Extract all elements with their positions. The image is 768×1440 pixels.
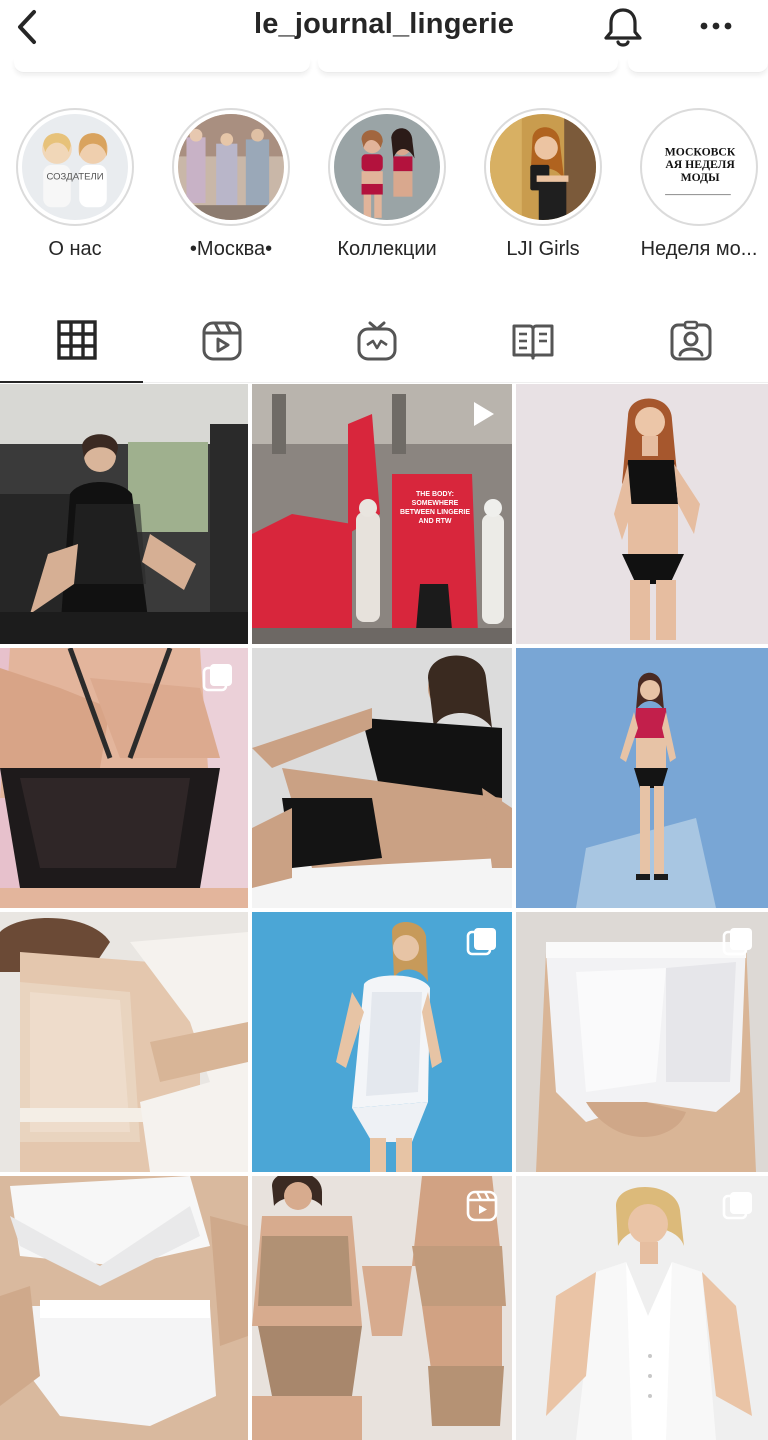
tab-tagged[interactable] bbox=[614, 300, 767, 382]
highlight-cover-text: МОСКОВСКАЯ НЕДЕЛЯ МОДЫ bbox=[664, 145, 736, 184]
highlight-ring: СОЗДАТЕЛИ bbox=[16, 108, 134, 226]
highlight-ring bbox=[172, 108, 290, 226]
video-play-icon bbox=[474, 402, 494, 426]
igtv-icon bbox=[357, 321, 396, 361]
post-thumbnail[interactable] bbox=[516, 1176, 768, 1440]
highlight-label: •Москва• bbox=[189, 238, 273, 260]
profile-buttons-row bbox=[0, 58, 768, 74]
tab-posts-grid[interactable] bbox=[0, 300, 153, 383]
carousel-icon bbox=[722, 928, 752, 956]
tagged-person-icon bbox=[670, 320, 711, 361]
tab-reels[interactable] bbox=[145, 300, 298, 382]
highlight-cover bbox=[490, 114, 596, 220]
post-thumbnail[interactable] bbox=[0, 1176, 248, 1440]
profile-username: le_journal_lingerie bbox=[253, 8, 515, 40]
story-highlights: СОЗДАТЕЛИ О нас •Москва• Коллекции LJI G… bbox=[0, 100, 768, 280]
carousel-icon bbox=[466, 928, 496, 956]
more-horizontal-icon bbox=[700, 22, 732, 30]
highlight-fashion-week[interactable]: МОСКОВСКАЯ НЕДЕЛЯ МОДЫ Неделя мо... bbox=[624, 100, 768, 261]
post-thumbnail[interactable] bbox=[252, 912, 512, 1172]
highlight-label: Коллекции bbox=[337, 238, 437, 260]
profile-button-edge[interactable] bbox=[628, 58, 768, 73]
reels-icon bbox=[466, 1190, 498, 1222]
post-thumbnail[interactable] bbox=[252, 648, 512, 908]
reels-icon bbox=[202, 321, 241, 361]
highlight-label: О нас bbox=[48, 238, 102, 260]
highlight-lji-girls[interactable]: LJI Girls bbox=[468, 100, 618, 261]
bell-icon bbox=[604, 8, 642, 47]
highlight-cover: МОСКОВСКАЯ НЕДЕЛЯ МОДЫ bbox=[646, 114, 752, 220]
profile-button-edge[interactable] bbox=[318, 58, 618, 73]
carousel-icon bbox=[722, 1192, 752, 1220]
post-thumbnail[interactable] bbox=[0, 912, 248, 1172]
grid-icon bbox=[56, 320, 97, 360]
post-thumbnail[interactable] bbox=[0, 648, 248, 908]
highlight-ring: МОСКОВСКАЯ НЕДЕЛЯ МОДЫ bbox=[640, 108, 758, 226]
more-options-button[interactable] bbox=[694, 8, 738, 44]
post-thumbnail[interactable] bbox=[252, 1176, 512, 1440]
highlight-cover bbox=[178, 114, 284, 220]
tab-igtv[interactable] bbox=[300, 300, 453, 382]
highlight-about[interactable]: СОЗДАТЕЛИ О нас bbox=[0, 100, 150, 261]
profile-header: le_journal_lingerie bbox=[0, 0, 768, 58]
highlight-cover bbox=[334, 114, 440, 220]
profile-tabs bbox=[0, 300, 768, 383]
highlight-moscow[interactable]: •Москва• bbox=[156, 100, 306, 261]
post-thumbnail[interactable]: THE BODY: SOMEWHERE BETWEEN LINGERIE AND… bbox=[252, 384, 512, 644]
post-thumbnail[interactable] bbox=[516, 384, 768, 644]
highlight-cover: СОЗДАТЕЛИ bbox=[22, 114, 128, 220]
tab-guides[interactable] bbox=[456, 300, 609, 382]
highlight-ring bbox=[328, 108, 446, 226]
post-thumbnail[interactable] bbox=[516, 912, 768, 1172]
highlight-label: LJI Girls bbox=[506, 238, 580, 260]
profile-button-edge[interactable] bbox=[14, 58, 310, 73]
highlight-cover-text: СОЗДАТЕЛИ bbox=[46, 172, 103, 183]
highlight-label: Неделя мо... bbox=[640, 238, 758, 260]
sign-text: THE BODY: SOMEWHERE BETWEEN LINGERIE AND… bbox=[399, 491, 470, 525]
guides-icon bbox=[512, 324, 553, 360]
post-thumbnail[interactable] bbox=[0, 384, 248, 644]
highlight-collections[interactable]: Коллекции bbox=[312, 100, 462, 261]
notifications-button[interactable] bbox=[600, 4, 646, 50]
highlight-ring bbox=[484, 108, 602, 226]
carousel-icon bbox=[202, 664, 232, 692]
post-thumbnail[interactable] bbox=[516, 648, 768, 908]
